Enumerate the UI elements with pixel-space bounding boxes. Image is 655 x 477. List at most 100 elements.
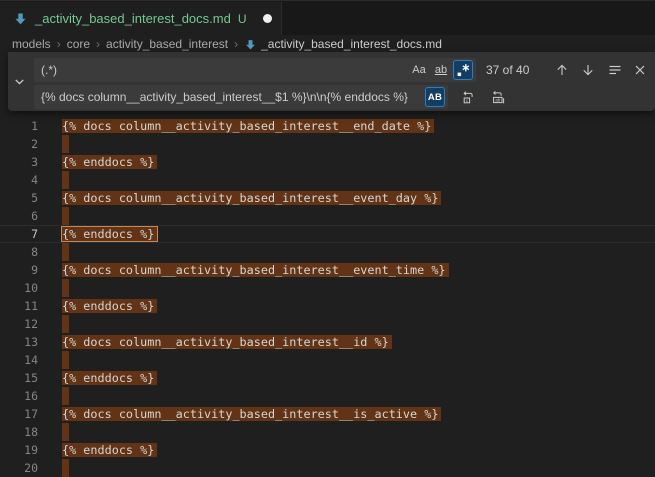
line-number[interactable]: 6 (0, 207, 38, 225)
line-number[interactable]: 18 (0, 423, 38, 441)
code-text (62, 315, 69, 333)
code-line[interactable]: 10 (0, 279, 655, 297)
code-line[interactable]: 14 (0, 351, 655, 369)
code-text: {% enddocs %} (62, 225, 157, 243)
code-line[interactable]: 16 (0, 387, 655, 405)
replace-button[interactable]: c (460, 88, 478, 106)
find-match-highlight: {% docs column__activity_based_interest_… (62, 191, 441, 205)
regex-button[interactable] (453, 60, 473, 80)
find-match-highlight (62, 387, 69, 405)
line-number[interactable]: 9 (0, 261, 38, 279)
breadcrumb-item[interactable]: activity_based_interest (106, 37, 228, 51)
breadcrumb-label: core (67, 37, 90, 51)
line-number[interactable]: 14 (0, 351, 38, 369)
code-line[interactable]: 11 {% enddocs %} (0, 297, 655, 315)
breadcrumb-item[interactable]: core (67, 37, 90, 51)
markdown-file-icon (13, 11, 28, 26)
breadcrumb-label: _activity_based_interest_docs.md (261, 37, 442, 51)
code-text: {% docs column__activity_based_interest_… (62, 117, 434, 135)
code-text: {% enddocs %} (62, 369, 157, 387)
code-line[interactable]: 3 {% enddocs %} (0, 153, 655, 171)
code-area: 1 {% docs column__activity_based_interest… (0, 117, 655, 477)
find-match-highlight: {% docs column__activity_based_interest_… (62, 263, 449, 277)
find-match-highlight (62, 207, 69, 225)
line-number[interactable]: 13 (0, 333, 38, 351)
code-text: {% docs column__activity_based_interest_… (62, 333, 392, 351)
current-find-match: {% enddocs %} (62, 227, 157, 241)
find-match-highlight: {% docs column__activity_based_interest_… (62, 119, 434, 133)
code-line[interactable]: 15 {% enddocs %} (0, 369, 655, 387)
line-number[interactable]: 16 (0, 387, 38, 405)
line-number[interactable]: 4 (0, 171, 38, 189)
code-text (62, 387, 69, 405)
match-case-button[interactable]: Aa (409, 60, 429, 80)
code-line[interactable]: 12 (0, 315, 655, 333)
code-line[interactable]: 13 {% docs column__activity_based_interes… (0, 333, 655, 351)
code-line[interactable]: 20 (0, 459, 655, 477)
line-number[interactable]: 19 (0, 441, 38, 459)
breadcrumb-item[interactable]: models (12, 37, 51, 51)
line-number[interactable]: 11 (0, 297, 38, 315)
tab-bar: _activity_based_interest_docs.md U (0, 0, 655, 35)
find-match-highlight (62, 459, 69, 477)
arrow-down-icon (580, 62, 596, 78)
code-text (62, 459, 69, 477)
code-line[interactable]: 18 (0, 423, 655, 441)
line-number[interactable]: 3 (0, 153, 38, 171)
replace-input-box: AB (34, 85, 448, 109)
code-line[interactable]: 1 {% docs column__activity_based_interest… (0, 117, 655, 135)
code-text: {% docs column__activity_based_interest_… (62, 189, 441, 207)
find-replace-widget: Aa ab 37 of 40 (8, 52, 655, 111)
code-text (62, 279, 69, 297)
toggle-replace-chevron-icon[interactable] (11, 73, 28, 90)
code-line[interactable]: 4 (0, 171, 655, 189)
breadcrumb-separator-icon: › (57, 37, 61, 51)
breadcrumb-label: models (12, 37, 51, 51)
line-number[interactable]: 7 (0, 225, 38, 243)
line-number[interactable]: 2 (0, 135, 38, 153)
whole-word-button[interactable]: ab (431, 60, 451, 80)
code-text: {% enddocs %} (62, 153, 157, 171)
tab-activity-docs[interactable]: _activity_based_interest_docs.md U (0, 2, 282, 35)
match-count: 37 of 40 (486, 58, 529, 82)
selection-lines-icon (607, 62, 623, 78)
find-match-highlight: {% enddocs %} (62, 155, 157, 169)
close-find-widget-button[interactable] (631, 61, 649, 79)
code-text: {% docs column__activity_based_interest_… (62, 405, 441, 423)
line-number[interactable]: 17 (0, 405, 38, 423)
preserve-case-button[interactable]: AB (425, 87, 445, 107)
line-number[interactable]: 10 (0, 279, 38, 297)
line-number[interactable]: 5 (0, 189, 38, 207)
line-number[interactable]: 15 (0, 369, 38, 387)
code-text: {% enddocs %} (62, 297, 157, 315)
next-match-button[interactable] (579, 61, 597, 79)
find-in-selection-button[interactable] (606, 61, 624, 79)
breadcrumb-item[interactable]: _activity_based_interest_docs.md (244, 37, 442, 51)
code-text (62, 351, 69, 369)
code-line[interactable]: 6 (0, 207, 655, 225)
previous-match-button[interactable] (553, 61, 571, 79)
replace-all-button[interactable]: ab (490, 88, 508, 106)
line-number[interactable]: 12 (0, 315, 38, 333)
code-text (62, 171, 69, 189)
line-number[interactable]: 1 (0, 117, 38, 135)
code-line[interactable]: 8 (0, 243, 655, 261)
line-number[interactable]: 8 (0, 243, 38, 261)
markdown-file-icon (244, 38, 257, 51)
code-line[interactable]: 17 {% docs column__activity_based_interes… (0, 405, 655, 423)
code-line[interactable]: 9 {% docs column__activity_based_interest… (0, 261, 655, 279)
code-text: {% docs column__activity_based_interest_… (62, 261, 449, 279)
find-match-highlight (62, 423, 69, 441)
code-line[interactable]: 5 {% docs column__activity_based_interest… (0, 189, 655, 207)
code-line[interactable]: 7 {% enddocs %} (0, 225, 655, 243)
code-text (62, 207, 69, 225)
find-match-highlight: {% enddocs %} (62, 299, 157, 313)
code-line[interactable]: 2 (0, 135, 655, 153)
find-match-highlight (62, 315, 69, 333)
modified-indicator-dot[interactable] (263, 14, 272, 23)
replace-input[interactable] (34, 85, 448, 109)
line-number[interactable]: 20 (0, 459, 38, 477)
find-match-highlight (62, 243, 69, 261)
code-line[interactable]: 19{% enddocs %} (0, 441, 655, 459)
find-options: Aa ab (409, 60, 473, 80)
